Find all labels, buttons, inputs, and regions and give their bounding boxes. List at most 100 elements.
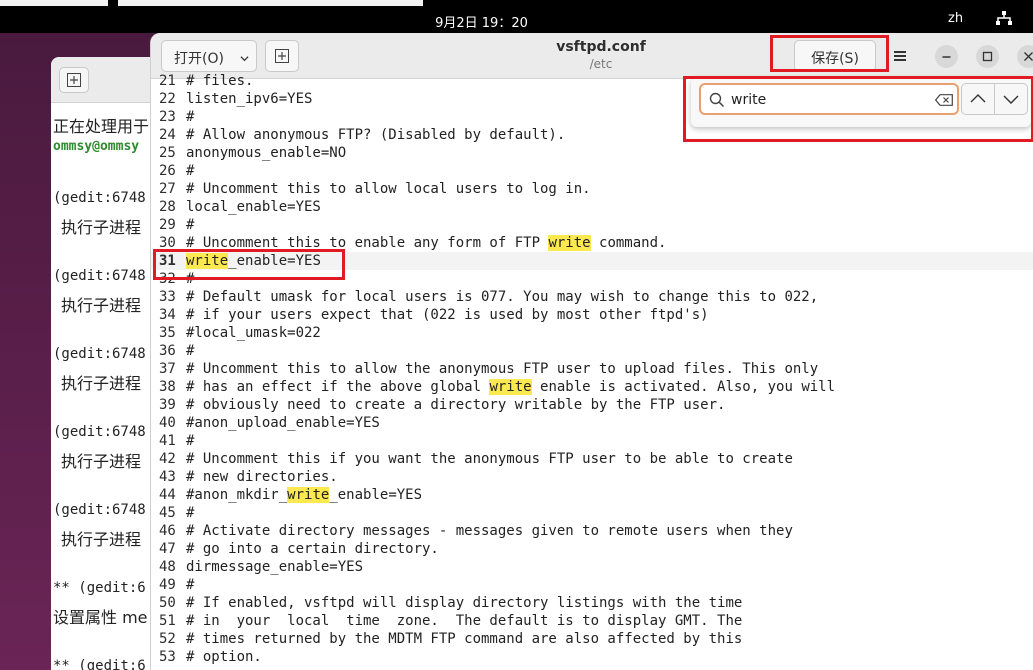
editor-line[interactable]: 45 #	[151, 504, 1033, 522]
open-button[interactable]: 打开(O)	[161, 40, 257, 72]
search-match-highlight: write	[287, 487, 330, 503]
line-text: # Uncomment this if you want the anonymo…	[186, 451, 793, 467]
line-text: anonymous_enable=NO	[186, 145, 347, 161]
tab-strip-right	[118, 0, 423, 6]
line-number: 23	[159, 109, 176, 125]
line-text: listen_ipv6=YES	[186, 91, 313, 107]
editor-line[interactable]: 28 local_enable=YES	[151, 198, 1033, 216]
terminal-line: 执行子进程	[61, 218, 142, 237]
editor-line[interactable]: 46 # Activate directory messages - messag…	[151, 522, 1033, 540]
line-text: # obviously need to create a directory w…	[186, 397, 726, 413]
terminal-window[interactable]: 正在处理用于 ommsy@ommsy (gedit:6748 执行子进程 (ge…	[51, 57, 155, 670]
terminal-line: (gedit:6748	[53, 424, 146, 440]
editor-line[interactable]: 25 anonymous_enable=NO	[151, 144, 1033, 162]
line-number: 53	[159, 649, 176, 665]
line-number: 33	[159, 289, 176, 305]
editor-line[interactable]: 37 # Uncomment this to allow the anonymou…	[151, 360, 1033, 378]
terminal-line: 执行子进程	[61, 296, 142, 315]
terminal-prompt: ommsy@ommsy	[53, 139, 140, 154]
line-text: # new directories.	[186, 469, 338, 485]
new-tab-icon	[67, 73, 81, 87]
editor-line[interactable]: 40 #anon_upload_enable=YES	[151, 414, 1033, 432]
new-tab-icon	[275, 49, 289, 63]
terminal-line: 设置属性 me	[53, 608, 148, 627]
input-method-indicator[interactable]: zh	[948, 11, 963, 26]
editor-line[interactable]: 42 # Uncomment this if you want the anony…	[151, 450, 1033, 468]
line-text: #local_umask=022	[186, 325, 321, 341]
editor-line[interactable]: 35 #local_umask=022	[151, 324, 1033, 342]
new-document-button[interactable]	[265, 40, 299, 72]
maximize-icon	[982, 51, 993, 62]
terminal-line: ** (gedit:6	[53, 658, 146, 670]
editor-line[interactable]: 33 # Default umask for local users is 077…	[151, 288, 1033, 306]
line-text: # files.	[186, 73, 254, 89]
line-text: # If enabled, vsftpd will display direct…	[186, 595, 743, 611]
open-button-label: 打开(O)	[174, 51, 224, 67]
editor-line[interactable]: 36 #	[151, 342, 1033, 360]
close-button[interactable]	[1017, 45, 1033, 68]
editor-line[interactable]: 44 #anon_mkdir_write_enable=YES	[151, 486, 1033, 504]
line-text: # option.	[186, 649, 262, 665]
clock[interactable]: 9月2日 19：20	[0, 12, 963, 31]
line-number: 24	[159, 127, 176, 143]
terminal-line: 执行子进程	[61, 530, 142, 549]
line-number: 47	[159, 541, 176, 557]
line-number: 36	[159, 343, 176, 359]
line-number: 49	[159, 577, 176, 593]
chevron-down-icon	[240, 56, 249, 62]
line-text: # has an effect if the above global writ…	[186, 379, 836, 395]
editor-line[interactable]: 47 # go into a certain directory.	[151, 540, 1033, 558]
terminal-line: (gedit:6748	[53, 268, 146, 284]
line-number: 43	[159, 469, 176, 485]
editor-line[interactable]: 26 #	[151, 162, 1033, 180]
editor-line[interactable]: 48 dirmessage_enable=YES	[151, 558, 1033, 576]
line-number: 28	[159, 199, 176, 215]
line-text: #anon_upload_enable=YES	[186, 415, 380, 431]
main-menu-button[interactable]	[887, 40, 913, 72]
editor-line[interactable]: 39 # obviously need to create a directory…	[151, 396, 1033, 414]
line-number: 21	[159, 73, 176, 89]
line-number: 26	[159, 163, 176, 179]
line-text: #	[186, 343, 195, 359]
line-number: 29	[159, 217, 176, 233]
editor-line[interactable]: 52 # times returned by the MDTM FTP comma…	[151, 630, 1033, 648]
editor-line[interactable]: 43 # new directories.	[151, 468, 1033, 486]
editor-line[interactable]: 41 #	[151, 432, 1033, 450]
line-number: 40	[159, 415, 176, 431]
line-text: #	[186, 577, 195, 593]
document-path: /etc	[589, 57, 613, 71]
editor-line[interactable]: 50 # If enabled, vsftpd will display dire…	[151, 594, 1033, 612]
line-text: # times returned by the MDTM FTP command…	[186, 631, 743, 647]
gedit-window[interactable]: 打开(O) vsftpd.conf /etc 保存(S) 21 # files.…	[150, 33, 1033, 670]
network-icon[interactable]	[996, 11, 1012, 25]
minimize-icon	[942, 56, 951, 58]
line-number: 22	[159, 91, 176, 107]
line-text: # if your users expect that (022 is used…	[186, 307, 709, 323]
editor-line[interactable]: 49 #	[151, 576, 1033, 594]
line-number: 27	[159, 181, 176, 197]
editor-line[interactable]: 53 # option.	[151, 648, 1033, 666]
terminal-new-tab-button[interactable]	[59, 67, 89, 93]
maximize-button[interactable]	[976, 45, 999, 68]
line-text: # in your local time zone. The default i…	[186, 613, 743, 629]
editor-line[interactable]: 29 #	[151, 216, 1033, 234]
line-text: dirmessage_enable=YES	[186, 559, 364, 575]
line-text: #	[186, 433, 195, 449]
line-number: 37	[159, 361, 176, 377]
search-match-highlight: write	[548, 235, 591, 251]
editor-line[interactable]: 27 # Uncomment this to allow local users …	[151, 180, 1033, 198]
line-number: 51	[159, 613, 176, 629]
line-text: #	[186, 505, 195, 521]
save-annotation-box	[770, 35, 889, 72]
editor-line[interactable]: 51 # in your local time zone. The default…	[151, 612, 1033, 630]
close-icon	[1024, 52, 1033, 61]
line-number: 46	[159, 523, 176, 539]
search-match-highlight: write	[489, 379, 532, 395]
editor-line[interactable]: 38 # has an effect if the above global wr…	[151, 378, 1033, 396]
editor-line[interactable]: 34 # if your users expect that (022 is us…	[151, 306, 1033, 324]
line-number: 38	[159, 379, 176, 395]
minimize-button[interactable]	[935, 45, 958, 68]
line-text: # Uncomment this to allow the anonymous …	[186, 361, 819, 377]
line-text: # Uncomment this to allow local users to…	[186, 181, 591, 197]
text-editor[interactable]: 21 # files. 22 listen_ipv6=YES 23 #24 # Allow …	[151, 73, 1033, 670]
